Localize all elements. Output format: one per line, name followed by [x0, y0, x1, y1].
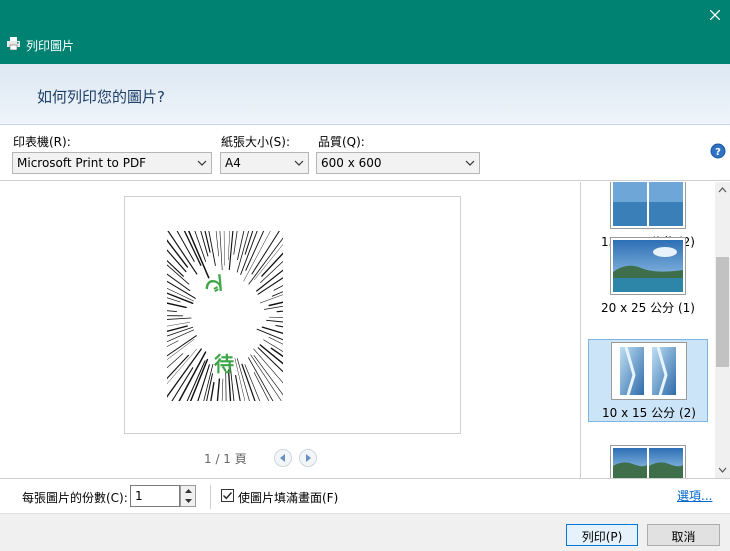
- next-page-button[interactable]: [299, 449, 317, 467]
- fit-picture-label[interactable]: 使圖片填滿畫面(F): [238, 489, 338, 506]
- quality-value: 600 x 600: [321, 156, 382, 170]
- speed-line: [257, 347, 283, 373]
- title-bar: 列印圖片: [0, 0, 730, 64]
- dialog-footer: 列印(P) 取消: [0, 513, 730, 551]
- close-icon: [710, 10, 720, 20]
- copies-input[interactable]: [130, 485, 180, 507]
- options-link[interactable]: 選項...: [677, 487, 712, 504]
- speed-line: [235, 374, 241, 401]
- chevron-down-icon: [294, 160, 304, 166]
- scroll-down-button[interactable]: [715, 462, 730, 477]
- page-indicator: 1 / 1 頁: [204, 452, 247, 466]
- speed-line: [167, 325, 188, 332]
- divider: [210, 485, 211, 509]
- printer-label: 印表機(R):: [13, 135, 71, 149]
- layout-thumbnail: [610, 182, 686, 229]
- speed-line: [250, 354, 282, 401]
- quality-label: 品質(Q):: [318, 135, 365, 149]
- speed-line: [269, 316, 283, 318]
- speed-line: [254, 244, 283, 280]
- layout-thumbnail: [610, 445, 686, 478]
- arrow-left-icon: [280, 454, 285, 462]
- close-button[interactable]: [700, 0, 730, 30]
- window-title: 列印圖片: [26, 39, 75, 53]
- print-settings: 印表機(R): Microsoft Print to PDF 紙張大小(S): …: [0, 125, 730, 181]
- print-button[interactable]: 列印(P): [566, 524, 638, 546]
- help-icon: ?: [710, 143, 726, 159]
- dialog-header: 如何列印您的圖片?: [0, 64, 730, 125]
- quality-select[interactable]: 600 x 600: [316, 152, 480, 174]
- layout-thumbnail: [610, 237, 686, 295]
- layout-label: 20 x 25 公分 (1): [601, 301, 695, 315]
- speed-line: [264, 305, 283, 310]
- scroll-up-button[interactable]: [715, 182, 730, 197]
- speed-line: [244, 364, 261, 401]
- speed-line: [223, 231, 225, 266]
- artwork-char-2: 待: [214, 352, 234, 376]
- speed-line: [228, 231, 234, 271]
- cancel-button[interactable]: 取消: [647, 524, 720, 546]
- printer-icon: [7, 37, 20, 50]
- speed-line: [236, 231, 250, 273]
- layout-scrollbar[interactable]: [715, 182, 730, 478]
- chevron-down-icon: [184, 499, 192, 503]
- speed-line: [189, 358, 209, 401]
- copies-stepper[interactable]: [180, 485, 196, 507]
- decrement-button[interactable]: [181, 496, 195, 506]
- speed-line: [167, 315, 183, 317]
- layout-label: 10 x 15 公分 (2): [602, 406, 696, 420]
- help-button[interactable]: ?: [710, 143, 726, 159]
- speed-line: [219, 231, 223, 271]
- chevron-down-icon: [197, 160, 207, 166]
- artwork-char-1: で: [202, 273, 226, 293]
- speed-line: [251, 231, 280, 275]
- speed-line: [266, 319, 283, 323]
- paper-size-label: 紙張大小(S):: [221, 135, 291, 149]
- svg-text:?: ?: [715, 147, 721, 158]
- chevron-up-icon: [184, 489, 192, 493]
- chevron-down-icon: [465, 160, 475, 166]
- increment-button[interactable]: [181, 486, 195, 496]
- header-question: 如何列印您的圖片?: [37, 88, 165, 106]
- printer-select[interactable]: Microsoft Print to PDF: [12, 152, 212, 174]
- checkmark-icon: [223, 492, 233, 500]
- layout-thumbnail: [611, 342, 687, 400]
- preview-page: で 待: [124, 196, 461, 434]
- preview-image: で 待: [167, 231, 283, 401]
- layout-list[interactable]: 13 x 18 公分 (2) 20 x 25 公分 (1) 10 x 15 公分: [580, 182, 715, 478]
- arrow-right-icon: [306, 454, 311, 462]
- layout-item-10x15[interactable]: 10 x 15 公分 (2): [588, 339, 708, 422]
- print-preview: で 待 1 / 1 頁: [0, 182, 580, 478]
- chevron-down-icon: [718, 467, 727, 473]
- previous-page-button[interactable]: [274, 449, 292, 467]
- paper-size-value: A4: [225, 156, 241, 170]
- speed-line: [167, 249, 187, 273]
- layout-item-4[interactable]: [588, 445, 708, 478]
- speed-line: [271, 291, 283, 297]
- scroll-thumb[interactable]: [716, 257, 729, 367]
- options-bar: 每張圖片的份數(C): 使圖片填滿畫面(F) 選項...: [0, 478, 730, 513]
- speed-line: [245, 231, 265, 271]
- printer-value: Microsoft Print to PDF: [17, 156, 147, 170]
- speed-line: [167, 340, 179, 347]
- chevron-up-icon: [718, 186, 727, 192]
- speed-line: [167, 354, 189, 380]
- fit-picture-checkbox[interactable]: [221, 489, 234, 502]
- copies-label: 每張圖片的份數(C):: [22, 491, 128, 505]
- layout-item-20x25[interactable]: 20 x 25 公分 (1): [588, 237, 708, 317]
- paper-size-select[interactable]: A4: [220, 152, 309, 174]
